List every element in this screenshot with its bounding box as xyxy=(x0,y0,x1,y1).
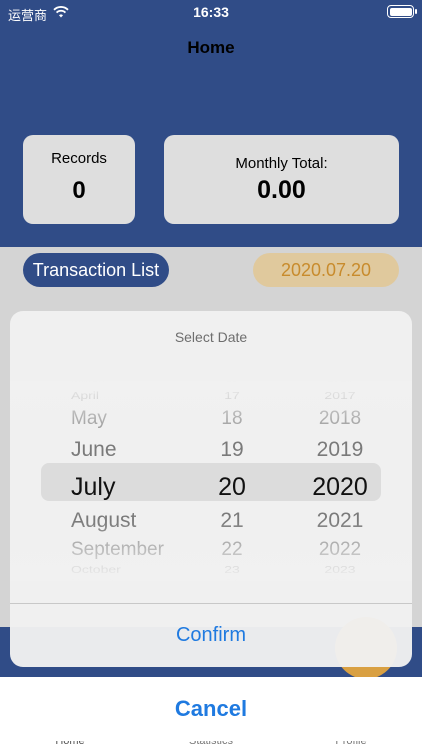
transaction-list-button[interactable]: Transaction List xyxy=(23,253,169,287)
picker-item[interactable]: 2021 xyxy=(270,509,410,533)
header: 运营商 16:33 Home Records 0 Monthly Total: … xyxy=(0,0,422,247)
picker-item[interactable]: November xyxy=(41,578,171,581)
picker-item[interactable]: 2017 xyxy=(270,389,410,401)
picker-item[interactable]: 2019 xyxy=(270,438,410,462)
date-button[interactable]: 2020.07.20 xyxy=(253,253,399,287)
monthly-total-label: Monthly Total: xyxy=(235,155,328,172)
clock: 16:33 xyxy=(193,4,229,20)
status-bar: 运营商 16:33 xyxy=(0,0,422,24)
picker-item[interactable]: 19 xyxy=(182,438,282,462)
picker-item[interactable]: 22 xyxy=(182,539,282,561)
picker-item[interactable]: April xyxy=(41,389,171,401)
picker-item[interactable]: 2024 xyxy=(270,578,410,581)
picker-item[interactable]: August xyxy=(41,509,171,533)
records-value: 0 xyxy=(72,177,86,204)
picker-item[interactable]: 2016 xyxy=(270,381,410,384)
picker-item[interactable]: May xyxy=(41,408,171,430)
date-picker-wheel[interactable]: March April May June July August September Octo… xyxy=(10,381,412,581)
picker-selected-item[interactable]: July xyxy=(41,473,171,502)
records-card: Records 0 xyxy=(23,135,135,224)
date-picker-sheet: Select Date March April May June July August S… xyxy=(10,311,412,667)
picker-item[interactable]: 2018 xyxy=(270,408,410,430)
cancel-button[interactable]: Cancel xyxy=(10,677,412,741)
picker-item[interactable]: 18 xyxy=(182,408,282,430)
day-column[interactable]: 16 17 18 19 20 21 22 23 24 xyxy=(182,381,282,581)
picker-item[interactable]: 2023 xyxy=(270,563,410,575)
month-column[interactable]: March April May June July August September Octo… xyxy=(41,381,171,581)
picker-item[interactable]: 17 xyxy=(182,389,282,401)
year-column[interactable]: 2016 2017 2018 2019 2020 2021 2022 2023 2024 xyxy=(270,381,410,581)
monthly-total-card: Monthly Total: 0.00 xyxy=(164,135,399,224)
picker-selected-item[interactable]: 20 xyxy=(182,473,282,502)
battery-icon xyxy=(387,5,417,18)
page-title: Home xyxy=(187,38,235,57)
picker-item[interactable]: 2022 xyxy=(270,539,410,561)
confirm-button[interactable]: Confirm xyxy=(10,604,412,667)
picker-item[interactable]: 24 xyxy=(182,578,282,581)
picker-item[interactable]: March xyxy=(41,381,171,384)
monthly-total-value: 0.00 xyxy=(257,176,306,204)
picker-item[interactable]: 21 xyxy=(182,509,282,533)
picker-item[interactable]: 23 xyxy=(182,563,282,575)
picker-selected-item[interactable]: 2020 xyxy=(270,473,410,502)
records-label: Records xyxy=(51,150,107,167)
picker-item[interactable]: September xyxy=(41,539,171,561)
picker-item[interactable]: October xyxy=(41,563,171,575)
picker-item[interactable]: 16 xyxy=(182,381,282,384)
picker-item[interactable]: June xyxy=(41,438,171,462)
picker-title: Select Date xyxy=(174,329,248,345)
